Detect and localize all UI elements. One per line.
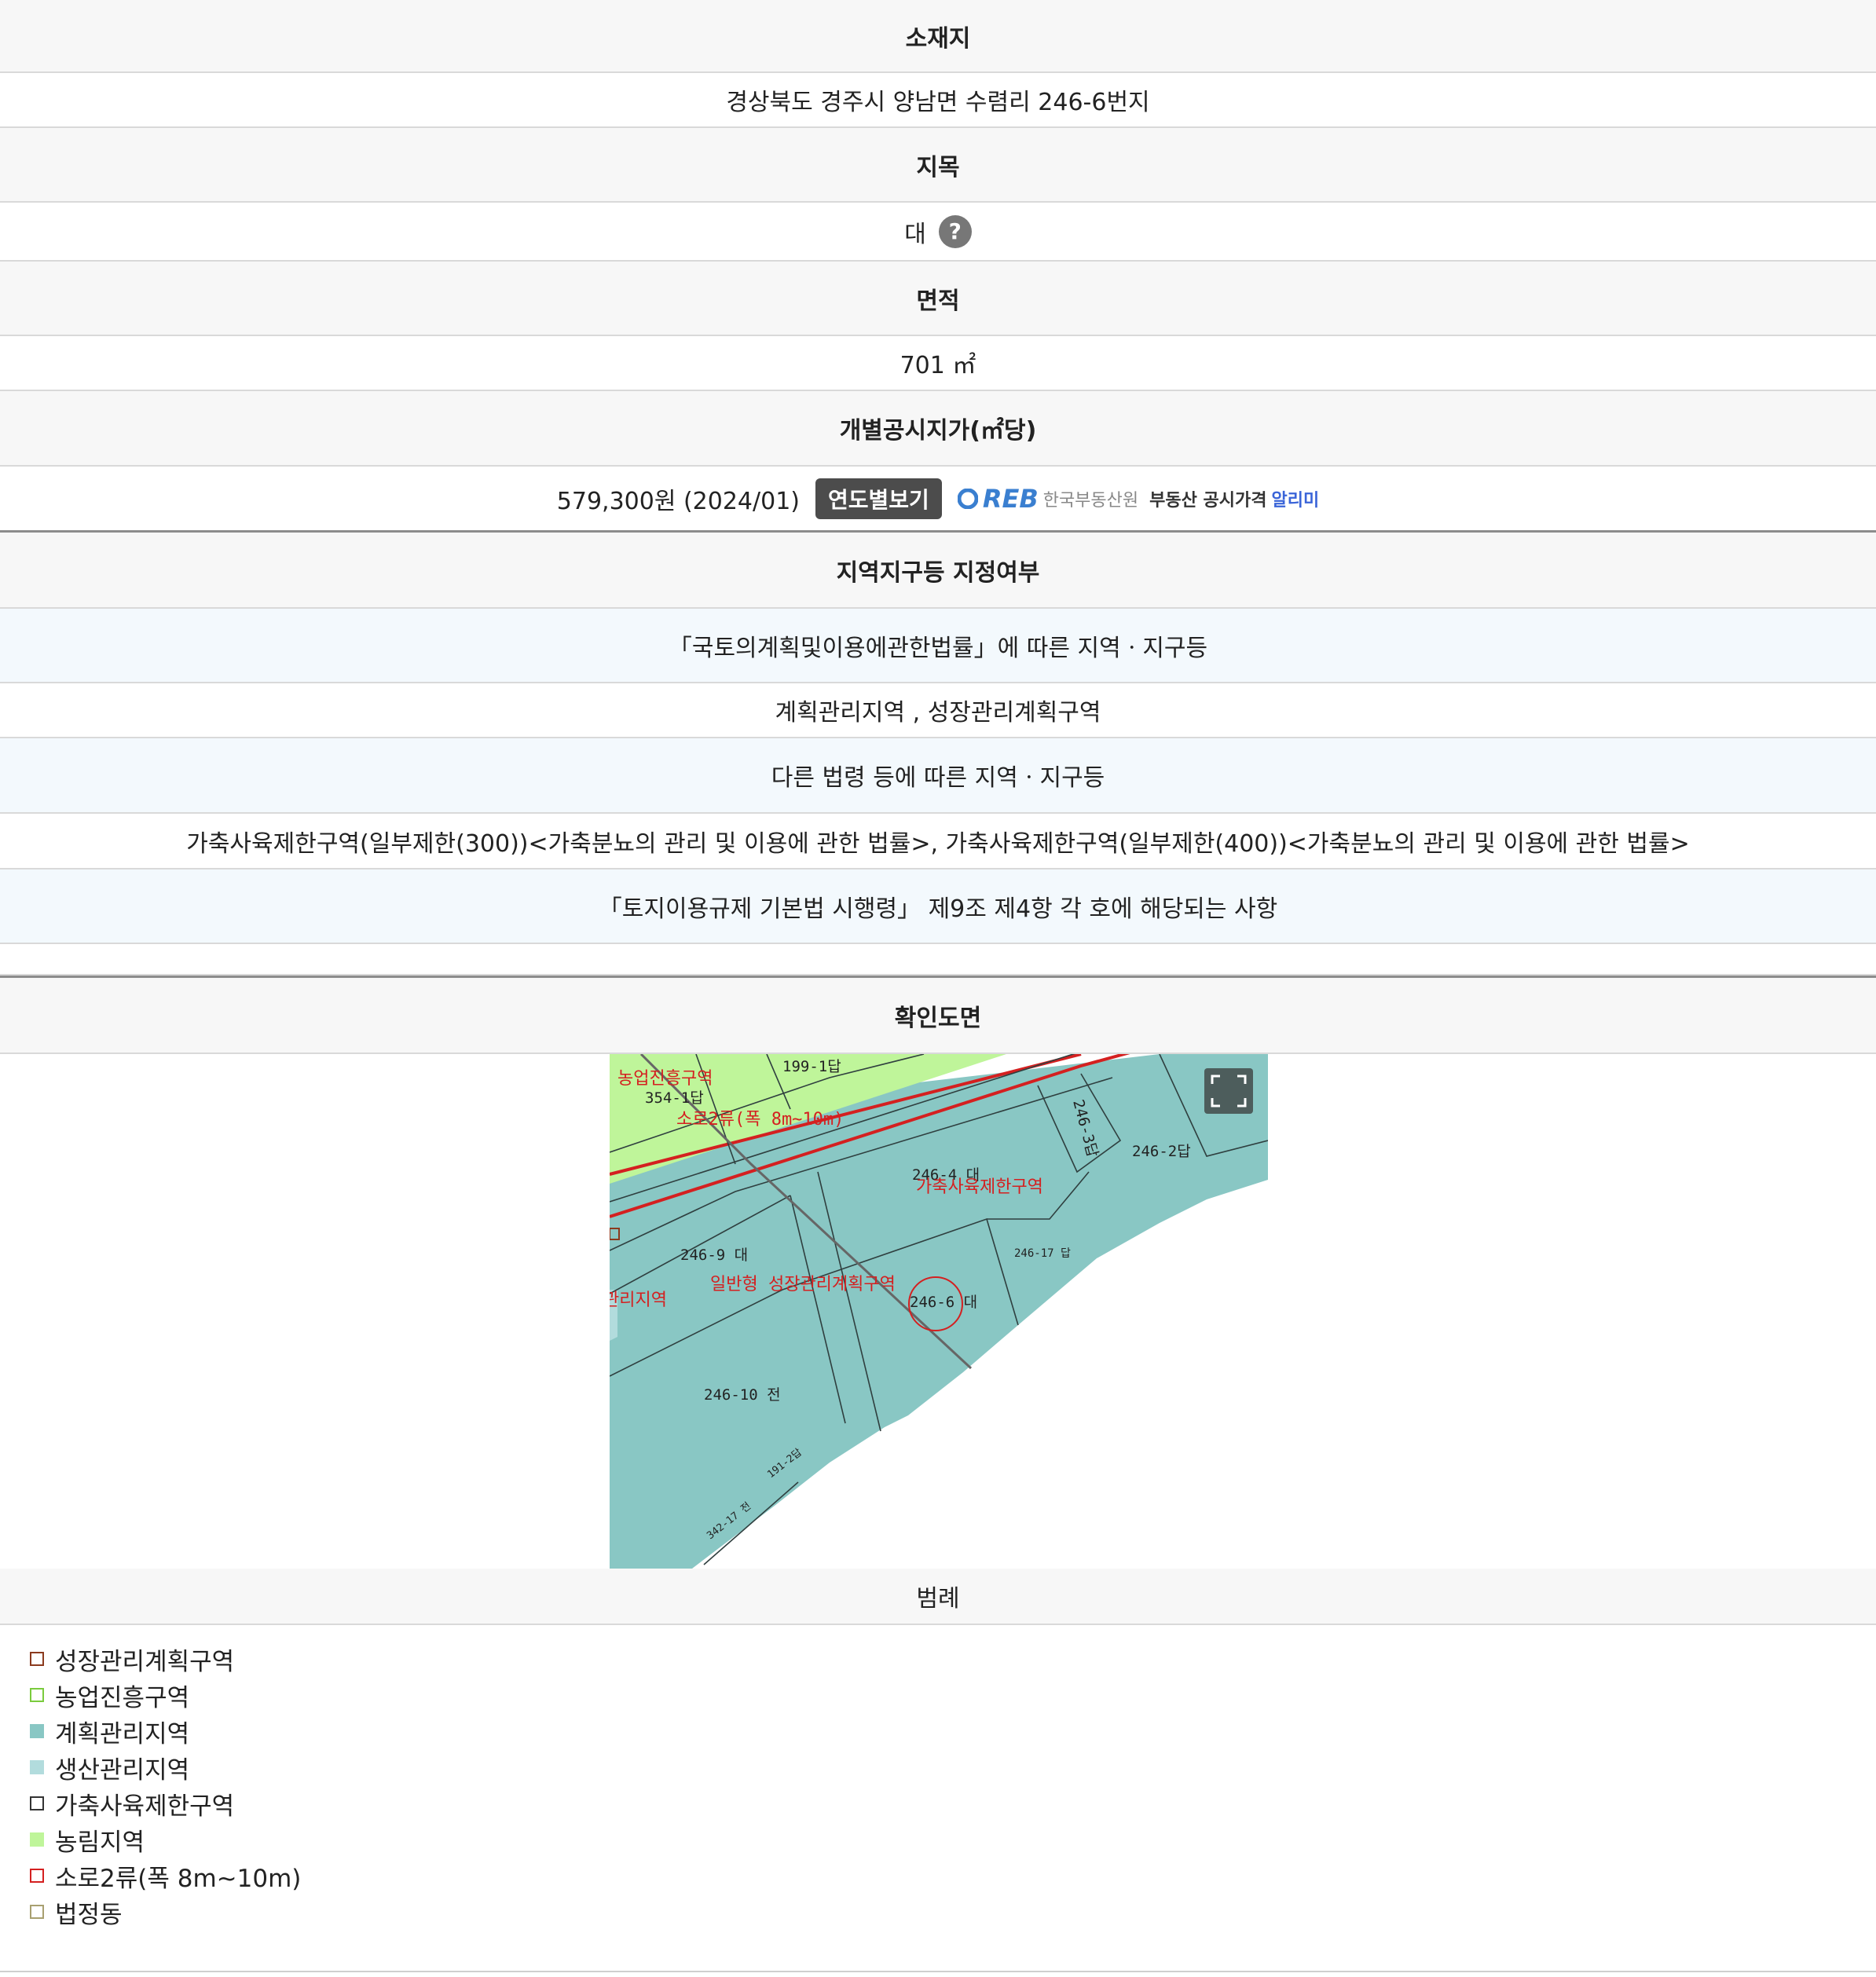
national-law-row: 계획관리지역 , 성장관리계획구역 [0, 683, 1876, 738]
legend-swatch [30, 1760, 44, 1774]
legend-item-label: 성장관리계획구역 [55, 1647, 235, 1676]
map-label-246-9: 246-9 대 [680, 1247, 748, 1264]
legend-item: 농업진흥구역 [30, 1677, 301, 1713]
jimok-header: 지목 [0, 128, 1876, 203]
reb-logo-text: REB [982, 483, 1039, 514]
legend-swatch [30, 1796, 44, 1810]
reb-price-alert-link[interactable]: REB 한국부동산원 부동산 공시가격 알리미 [957, 483, 1320, 514]
map-label-growth-plan: 일반형 성장관리계획구역 [710, 1275, 896, 1294]
other-law-header: 다른 법령 등에 따른 지역ㆍ지구등 [0, 738, 1876, 814]
legend-swatch [30, 1652, 44, 1666]
legend-item-label: 생산관리지역 [55, 1756, 190, 1785]
legend-swatch [30, 1832, 44, 1847]
price-label: 개별공시지가(㎡당) [839, 417, 1037, 445]
reb-logo-icon [957, 488, 978, 509]
map-label-354: 354-1답 [645, 1089, 704, 1107]
enforcement-title: 「토지이용규제 기본법 시행령」 제9조 제4항 각 호에 해당되는 사항 [598, 895, 1278, 923]
map-label-livestock: 가축사육제한구역 [916, 1177, 1043, 1197]
fullscreen-icon[interactable] [1204, 1068, 1253, 1114]
national-law-title: 「국토의계획및이용에관한법률」에 따른 지역ㆍ지구등 [668, 634, 1208, 662]
yearly-view-button[interactable]: 연도별보기 [815, 478, 942, 519]
national-law-header: 「국토의계획및이용에관한법률」에 따른 지역ㆍ지구등 [0, 609, 1876, 683]
map-label-mgmt: 관리지역 [610, 1291, 667, 1310]
map-label-agri-promo: 농업진흥구역 [617, 1069, 713, 1089]
price-row: 579,300원 (2024/01) 연도별보기 REB 한국부동산원 부동산 … [0, 467, 1876, 533]
legend-swatch [30, 1724, 44, 1738]
legend-item-label: 계획관리지역 [55, 1719, 190, 1748]
reb-alert: 알리미 [1271, 490, 1320, 511]
legend-item-label: 농림지역 [55, 1828, 145, 1857]
other-law-title: 다른 법령 등에 따른 지역ㆍ지구등 [771, 764, 1105, 792]
legend-swatch [30, 1905, 44, 1919]
legend-item-label: 소로2류(폭 8m~10m) [55, 1864, 302, 1893]
national-law-value: 계획관리지역 , 성장관리계획구역 [775, 699, 1101, 727]
legend-item: 생산관리지역 [30, 1749, 301, 1785]
legend-swatch [30, 1688, 44, 1702]
map-header: 확인도면 [0, 976, 1876, 1054]
jimok-value: 대 [904, 220, 926, 248]
enforcement-row [0, 944, 1876, 976]
map-label-246-10: 246-10 전 [704, 1386, 781, 1404]
map-label-road: 소로2류(폭 8m~10m) [676, 1110, 844, 1129]
help-icon[interactable]: ? [938, 214, 972, 248]
location-header: 소재지 [0, 0, 1876, 73]
map-label-246-2: 246-2답 [1132, 1143, 1191, 1160]
legend-item: 성장관리계획구역 [30, 1641, 301, 1677]
legend-list: 성장관리계획구역 농업진흥구역 계획관리지역 생산관리지역 가축사육제한구역 농… [30, 1641, 301, 1930]
price-header: 개별공시지가(㎡당) [0, 391, 1876, 467]
zoning-label: 지역지구등 지정여부 [836, 558, 1040, 587]
legend-item-label: 법정동 [55, 1900, 123, 1929]
zoning-header: 지역지구등 지정여부 [0, 533, 1876, 609]
jimok-row: 대 ? [0, 203, 1876, 262]
map-label: 확인도면 [894, 1004, 982, 1032]
area-label: 면적 [916, 287, 960, 315]
legend-swatch [30, 1869, 44, 1883]
map-label-246-6: 246-6 대 [910, 1294, 977, 1311]
legend-item: 농림지역 [30, 1821, 301, 1858]
enforcement-header: 「토지이용규제 기본법 시행령」 제9조 제4항 각 호에 해당되는 사항 [0, 870, 1876, 944]
jimok-label: 지목 [916, 153, 960, 181]
reb-org: 한국부동산원 [1042, 490, 1139, 511]
price-value: 579,300원 (2024/01) [556, 487, 800, 515]
legend-item: 계획관리지역 [30, 1713, 301, 1749]
cadastral-map[interactable]: 농업진흥구역 354-1답 199-1답 소로2류(폭 8m~10m) 246-… [610, 1054, 1268, 1569]
reb-notice: 부동산 공시가격 [1149, 490, 1267, 511]
area-row: 701 ㎡ [0, 336, 1876, 391]
legend-item: 소로2류(폭 8m~10m) [30, 1858, 301, 1894]
map-label-246-17: 246-17 답 [1014, 1247, 1071, 1260]
other-law-row: 가축사육제한구역(일부제한(300))<가축분뇨의 관리 및 이용에 관한 법률… [0, 814, 1876, 870]
legend-header: 범례 [0, 1569, 1876, 1625]
map-label-199: 199-1답 [782, 1058, 841, 1075]
legend-item-label: 농업진흥구역 [55, 1683, 190, 1712]
bottom-divider [0, 1971, 1876, 1972]
location-row: 경상북도 경주시 양남면 수렴리 246-6번지 [0, 73, 1876, 128]
legend-label: 범례 [916, 1585, 960, 1613]
location-value: 경상북도 경주시 양남면 수렴리 246-6번지 [726, 89, 1150, 116]
location-label: 소재지 [905, 24, 971, 53]
other-law-value: 가축사육제한구역(일부제한(300))<가축분뇨의 관리 및 이용에 관한 법률… [186, 829, 1690, 858]
legend-item: 가축사육제한구역 [30, 1785, 301, 1821]
area-value: 701 ㎡ [900, 352, 976, 379]
area-header: 면적 [0, 262, 1876, 336]
legend-item: 법정동 [30, 1894, 301, 1930]
legend-item-label: 가축사육제한구역 [55, 1792, 235, 1821]
